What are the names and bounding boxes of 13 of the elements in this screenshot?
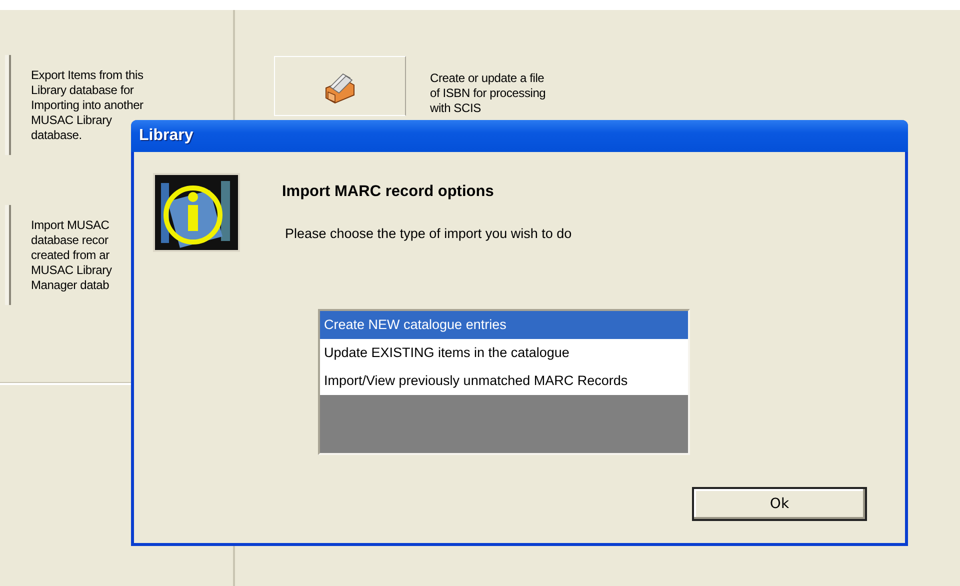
card-box-icon: [323, 71, 357, 105]
list-item[interactable]: Import/View previously unmatched MARC Records: [320, 367, 688, 395]
info-icon: [153, 173, 240, 252]
description-text: Create or update a file of ISBN for processing with SCIS: [430, 71, 546, 117]
button-edge[interactable]: [5, 205, 11, 305]
dialog-heading: Import MARC record options: [282, 183, 495, 201]
button-edge[interactable]: [5, 55, 11, 155]
catalog-button[interactable]: [274, 56, 406, 116]
prompt-text: Please choose the type of import you wish to do: [285, 226, 572, 241]
ok-button[interactable]: Ok: [692, 487, 867, 521]
list-item[interactable]: Create NEW catalogue entries: [320, 311, 688, 339]
list-item[interactable]: Update EXISTING items in the catalogue: [320, 339, 688, 367]
description-text: Import MUSAC database recor created from ar MUSAC Library Manager datab: [31, 218, 112, 292]
